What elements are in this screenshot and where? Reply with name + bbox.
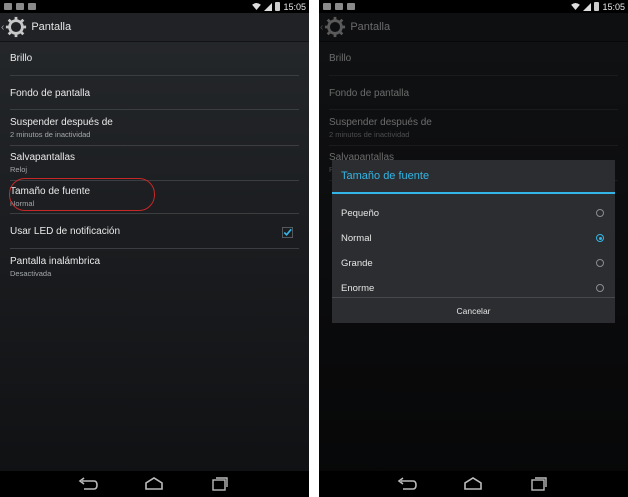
wifi-icon	[252, 3, 262, 10]
status-time: 15:05	[602, 1, 625, 12]
notification-icon	[335, 3, 343, 10]
home-icon[interactable]	[144, 475, 164, 493]
cancel-button[interactable]: Cancelar	[332, 297, 615, 323]
setting-subtitle: Desactivada	[10, 269, 52, 278]
status-bar: 15:05	[0, 0, 309, 13]
gear-icon[interactable]	[5, 16, 27, 38]
setting-subtitle: Reloj	[10, 165, 28, 174]
signal-icon	[264, 2, 273, 11]
notification-icon	[4, 3, 12, 10]
option-label: Grande	[341, 258, 373, 269]
option-pequeno[interactable]: Pequeño	[332, 201, 615, 226]
highlight-circle	[9, 178, 155, 211]
recents-icon[interactable]	[529, 475, 549, 493]
back-icon[interactable]	[78, 475, 98, 493]
radio-selected-icon[interactable]	[596, 234, 604, 242]
dialog-title: Tamaño de fuente	[332, 160, 615, 194]
radio-icon[interactable]	[596, 284, 604, 292]
setting-suspender[interactable]: Suspender después de 2 minutos de inacti…	[10, 110, 299, 146]
font-size-dialog-screen: 15:05 ‹ Pantalla Brillo Fondo de pantall…	[319, 0, 628, 497]
battery-icon	[594, 2, 600, 11]
battery-icon	[275, 2, 281, 11]
setting-subtitle: 2 minutos de inactividad	[10, 130, 91, 139]
setting-title: Fondo de pantalla	[10, 88, 91, 99]
back-icon[interactable]	[397, 475, 417, 493]
settings-screen: 15:05 ‹ Pantalla Brillo Fondo de pantall…	[0, 0, 309, 497]
wifi-icon	[571, 3, 581, 10]
recents-icon[interactable]	[210, 475, 230, 493]
option-label: Enorme	[341, 283, 375, 294]
option-label: Pequeño	[341, 208, 380, 219]
settings-list: Brillo Fondo de pantalla Suspender despu…	[10, 42, 299, 283]
font-size-dialog: Tamaño de fuente Pequeño Normal Grande E…	[332, 160, 615, 323]
option-grande[interactable]: Grande	[332, 251, 615, 276]
setting-title: Suspender después de	[10, 117, 113, 128]
navigation-bar	[319, 471, 628, 497]
setting-pantalla-inalambrica[interactable]: Pantalla inalámbrica Desactivada	[10, 249, 299, 283]
setting-title: Brillo	[10, 53, 33, 64]
notification-icon	[347, 3, 355, 10]
notification-icon	[28, 3, 36, 10]
setting-title: Pantalla inalámbrica	[10, 256, 101, 267]
check-icon[interactable]	[282, 227, 293, 238]
setting-brillo[interactable]: Brillo	[10, 42, 299, 76]
page-title: Pantalla	[31, 21, 72, 33]
radio-icon[interactable]	[596, 259, 604, 267]
option-label: Normal	[341, 233, 372, 244]
home-icon[interactable]	[463, 475, 483, 493]
setting-fondo-de-pantalla[interactable]: Fondo de pantalla	[10, 76, 299, 110]
notification-icon	[16, 3, 24, 10]
navigation-bar	[0, 471, 309, 497]
setting-led-notificacion[interactable]: Usar LED de notificación	[10, 214, 299, 249]
action-bar: ‹ Pantalla	[0, 13, 309, 42]
up-caret-icon[interactable]: ‹	[1, 22, 4, 33]
setting-title: Usar LED de notificación	[10, 226, 121, 237]
status-time: 15:05	[283, 1, 306, 12]
setting-salvapantallas[interactable]: Salvapantallas Reloj	[10, 146, 299, 181]
signal-icon	[583, 2, 592, 11]
status-bar: 15:05	[319, 0, 628, 13]
setting-title: Salvapantallas	[10, 152, 76, 163]
radio-icon[interactable]	[596, 209, 604, 217]
notification-icon	[323, 3, 331, 10]
option-normal[interactable]: Normal	[332, 226, 615, 251]
